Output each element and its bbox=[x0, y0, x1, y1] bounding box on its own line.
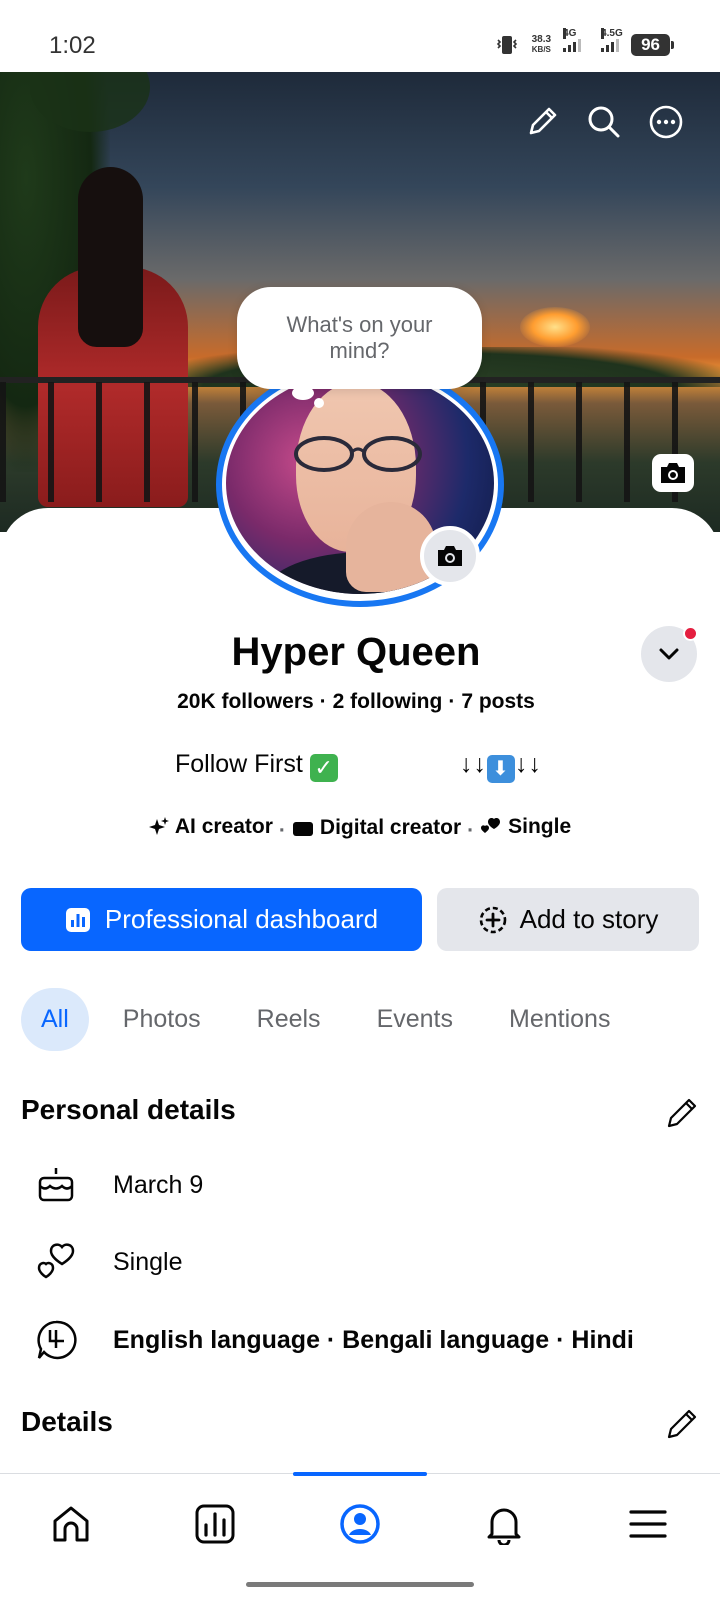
camera-icon bbox=[661, 463, 685, 483]
cover-camera-button[interactable] bbox=[652, 454, 694, 492]
more-options-icon[interactable] bbox=[648, 104, 684, 140]
nav-dashboard[interactable] bbox=[191, 1500, 239, 1548]
bubble-tail bbox=[292, 386, 314, 400]
profile-stats: 20K followers · 2 following · 7 posts bbox=[177, 690, 535, 713]
search-icon[interactable] bbox=[586, 104, 622, 140]
signal-45g-icon: 4.5G bbox=[601, 28, 623, 52]
signal-4g-label: 4G bbox=[563, 28, 577, 39]
sunset-sun bbox=[520, 307, 590, 347]
down-arrow-icon: ⬇ bbox=[487, 755, 515, 783]
languages-text: English language · Bengali language · Hi… bbox=[113, 1325, 634, 1354]
bio-left-text: Follow First ✓ bbox=[175, 750, 338, 782]
profile-tabs: All Photos Reels Events Mentions bbox=[21, 988, 630, 1051]
signal-45g-label: 4.5G bbox=[601, 28, 623, 39]
network-speed: 38.3 KB/S bbox=[532, 35, 551, 55]
category-ai-creator: AI creator bbox=[148, 815, 273, 839]
followers-count[interactable]: 20K followers bbox=[177, 690, 314, 713]
birthday-text: March 9 bbox=[113, 1170, 204, 1199]
bell-icon bbox=[487, 1508, 521, 1545]
home-gesture-bar[interactable] bbox=[246, 1582, 474, 1587]
language-icon bbox=[37, 1320, 77, 1360]
home-icon bbox=[53, 1506, 89, 1542]
relationship-text: Single bbox=[113, 1247, 183, 1276]
category-single: Single bbox=[480, 815, 571, 839]
status-time: 1:02 bbox=[49, 32, 96, 59]
add-story-icon bbox=[479, 906, 506, 933]
vibrate-icon bbox=[496, 36, 517, 54]
hearts-outline-icon bbox=[37, 1243, 75, 1279]
menu-icon bbox=[629, 1510, 667, 1538]
tab-mentions[interactable]: Mentions bbox=[489, 988, 630, 1051]
edit-details-icon[interactable] bbox=[664, 1406, 700, 1442]
status-bar: 1:02 38.3 KB/S 4G 4.5G 96 bbox=[0, 0, 720, 72]
professional-dashboard-button[interactable]: Professional dashboard bbox=[21, 888, 422, 951]
tab-all[interactable]: All bbox=[21, 988, 89, 1051]
add-to-story-label: Add to story bbox=[519, 904, 659, 934]
nav-profile[interactable] bbox=[336, 1500, 384, 1548]
sparkle-icon bbox=[148, 817, 169, 835]
edit-personal-details-icon[interactable] bbox=[664, 1095, 700, 1131]
bio-right-text: ↓↓ ⬇ ↓↓ bbox=[460, 750, 542, 783]
professional-dashboard-label: Professional dashboard bbox=[104, 904, 379, 934]
profile-name: Hyper Queen bbox=[231, 630, 481, 674]
add-to-story-button[interactable]: Add to story bbox=[437, 888, 699, 951]
network-speed-value: 38.3 bbox=[531, 34, 552, 45]
tab-photos[interactable]: Photos bbox=[103, 988, 221, 1051]
languages-row: English language · Bengali language · Hi… bbox=[0, 1315, 720, 1365]
profile-categories: AI creator · Digital creator · Single bbox=[0, 815, 720, 843]
edit-pencil-icon[interactable] bbox=[524, 104, 560, 140]
nav-notifications[interactable] bbox=[480, 1500, 528, 1548]
personal-details-title: Personal details bbox=[21, 1094, 236, 1125]
birthday-row: March 9 bbox=[0, 1160, 720, 1210]
birthday-cake-icon bbox=[38, 1168, 74, 1202]
cover-actions bbox=[524, 104, 684, 140]
category-digital-creator: Digital creator bbox=[292, 816, 461, 840]
hearts-icon bbox=[481, 818, 501, 833]
check-mark-icon: ✓ bbox=[309, 754, 338, 782]
tab-reels[interactable]: Reels bbox=[237, 988, 341, 1051]
dashboard-icon bbox=[195, 1504, 235, 1544]
chevron-down-icon bbox=[659, 648, 679, 660]
details-title: Details bbox=[21, 1406, 113, 1437]
battery-indicator: 96 bbox=[631, 34, 674, 56]
nav-menu[interactable] bbox=[624, 1500, 672, 1548]
dashboard-icon bbox=[65, 907, 90, 932]
signal-4g-icon: 4G bbox=[563, 28, 582, 52]
following-count[interactable]: 2 following bbox=[333, 690, 443, 713]
nav-home[interactable] bbox=[47, 1500, 95, 1548]
status-icons: 38.3 KB/S 4G 4.5G 96 bbox=[494, 28, 674, 56]
relationship-row: Single bbox=[0, 1237, 720, 1287]
network-speed-unit: KB/S bbox=[531, 45, 551, 54]
avatar-camera-button[interactable] bbox=[420, 526, 480, 586]
bubble-tail-small bbox=[314, 398, 324, 408]
clapperboard-icon bbox=[292, 822, 313, 836]
camera-icon bbox=[438, 546, 462, 566]
profile-icon bbox=[340, 1504, 380, 1544]
notification-dot bbox=[683, 626, 698, 641]
posts-count[interactable]: 7 posts bbox=[461, 690, 535, 713]
whats-on-your-mind-bubble[interactable]: What's on your mind? bbox=[237, 287, 482, 389]
tab-events[interactable]: Events bbox=[357, 988, 473, 1051]
active-nav-indicator bbox=[293, 1472, 427, 1476]
